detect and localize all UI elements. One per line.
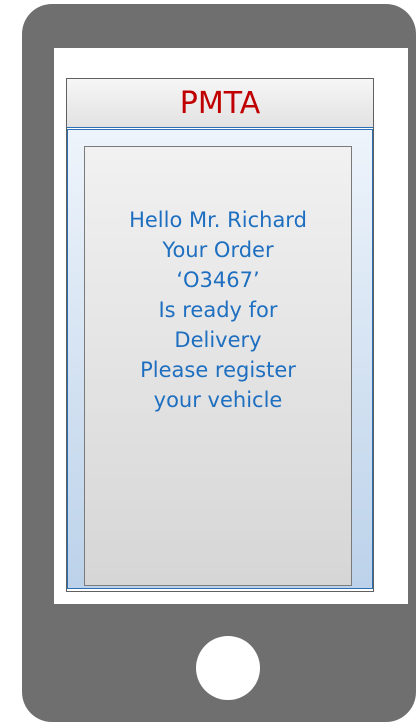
message-line-order: Your Order (162, 238, 274, 262)
message-line-register: Please register (140, 358, 296, 382)
message-text: Hello Mr. Richard Your Order ‘O3467’ Is … (85, 205, 351, 415)
app-title: PMTA (179, 85, 261, 121)
message-box: Hello Mr. Richard Your Order ‘O3467’ Is … (84, 146, 352, 586)
phone-body: PMTA Hello Mr. Richard Your Order ‘O3467… (22, 4, 416, 722)
message-line-delivery: Delivery (174, 328, 262, 352)
phone-screen: PMTA Hello Mr. Richard Your Order ‘O3467… (54, 48, 408, 604)
message-line-greeting: Hello Mr. Richard (129, 208, 307, 232)
message-line-ready: Is ready for (158, 298, 278, 322)
title-bar: PMTA (67, 79, 373, 128)
content-area: Hello Mr. Richard Your Order ‘O3467’ Is … (67, 129, 373, 589)
home-button[interactable] (196, 636, 260, 700)
app-window: PMTA Hello Mr. Richard Your Order ‘O3467… (66, 78, 374, 592)
message-line-vehicle: your vehicle (153, 388, 283, 412)
message-line-order-id: ‘O3467’ (176, 268, 260, 292)
